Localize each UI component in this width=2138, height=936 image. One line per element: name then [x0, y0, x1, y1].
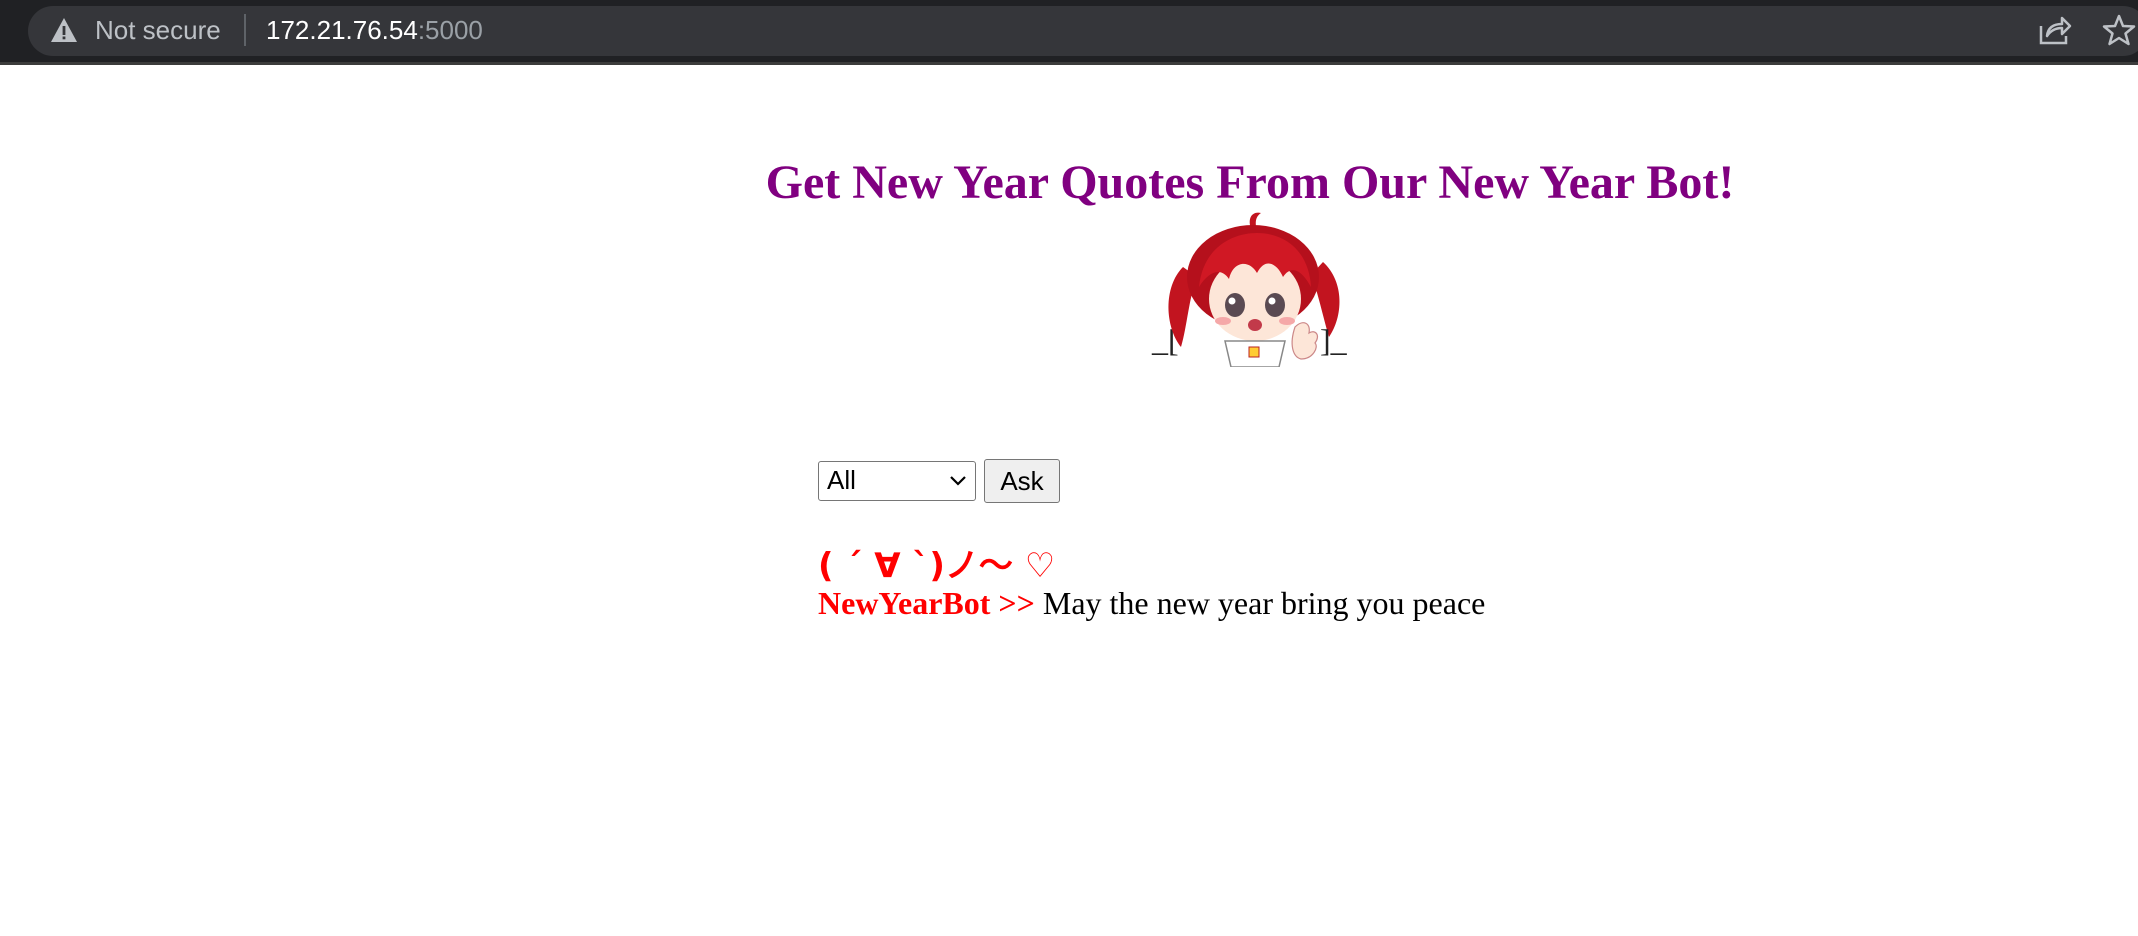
- security-status[interactable]: Not secure: [95, 12, 221, 48]
- bot-response: NewYearBot >> May the new year bring you…: [818, 585, 1485, 622]
- page-title: Get New Year Quotes From Our New Year Bo…: [765, 156, 1735, 209]
- chevron-down-icon: [950, 476, 966, 486]
- warning-icon[interactable]: [50, 17, 78, 43]
- share-icon[interactable]: [2038, 14, 2072, 46]
- bot-message: May the new year bring you peace: [1042, 585, 1486, 621]
- url-port: :5000: [417, 15, 483, 45]
- category-select[interactable]: All: [818, 461, 976, 501]
- address-divider: [244, 14, 246, 46]
- url-text[interactable]: 172.21.76.54:5000: [266, 12, 483, 48]
- ask-button[interactable]: Ask: [984, 459, 1060, 503]
- url-host: 172.21.76.54: [266, 15, 418, 45]
- browser-toolbar: Not secure 172.21.76.54:5000: [0, 0, 2138, 65]
- bot-kaomoji: ( ´ ∀ `)ノ～ ♡: [818, 546, 1056, 586]
- bot-name: NewYearBot >>: [818, 585, 1035, 621]
- category-select-value: All: [827, 465, 856, 495]
- star-icon[interactable]: [2102, 13, 2136, 47]
- bracket-right: ]_: [1320, 322, 1347, 358]
